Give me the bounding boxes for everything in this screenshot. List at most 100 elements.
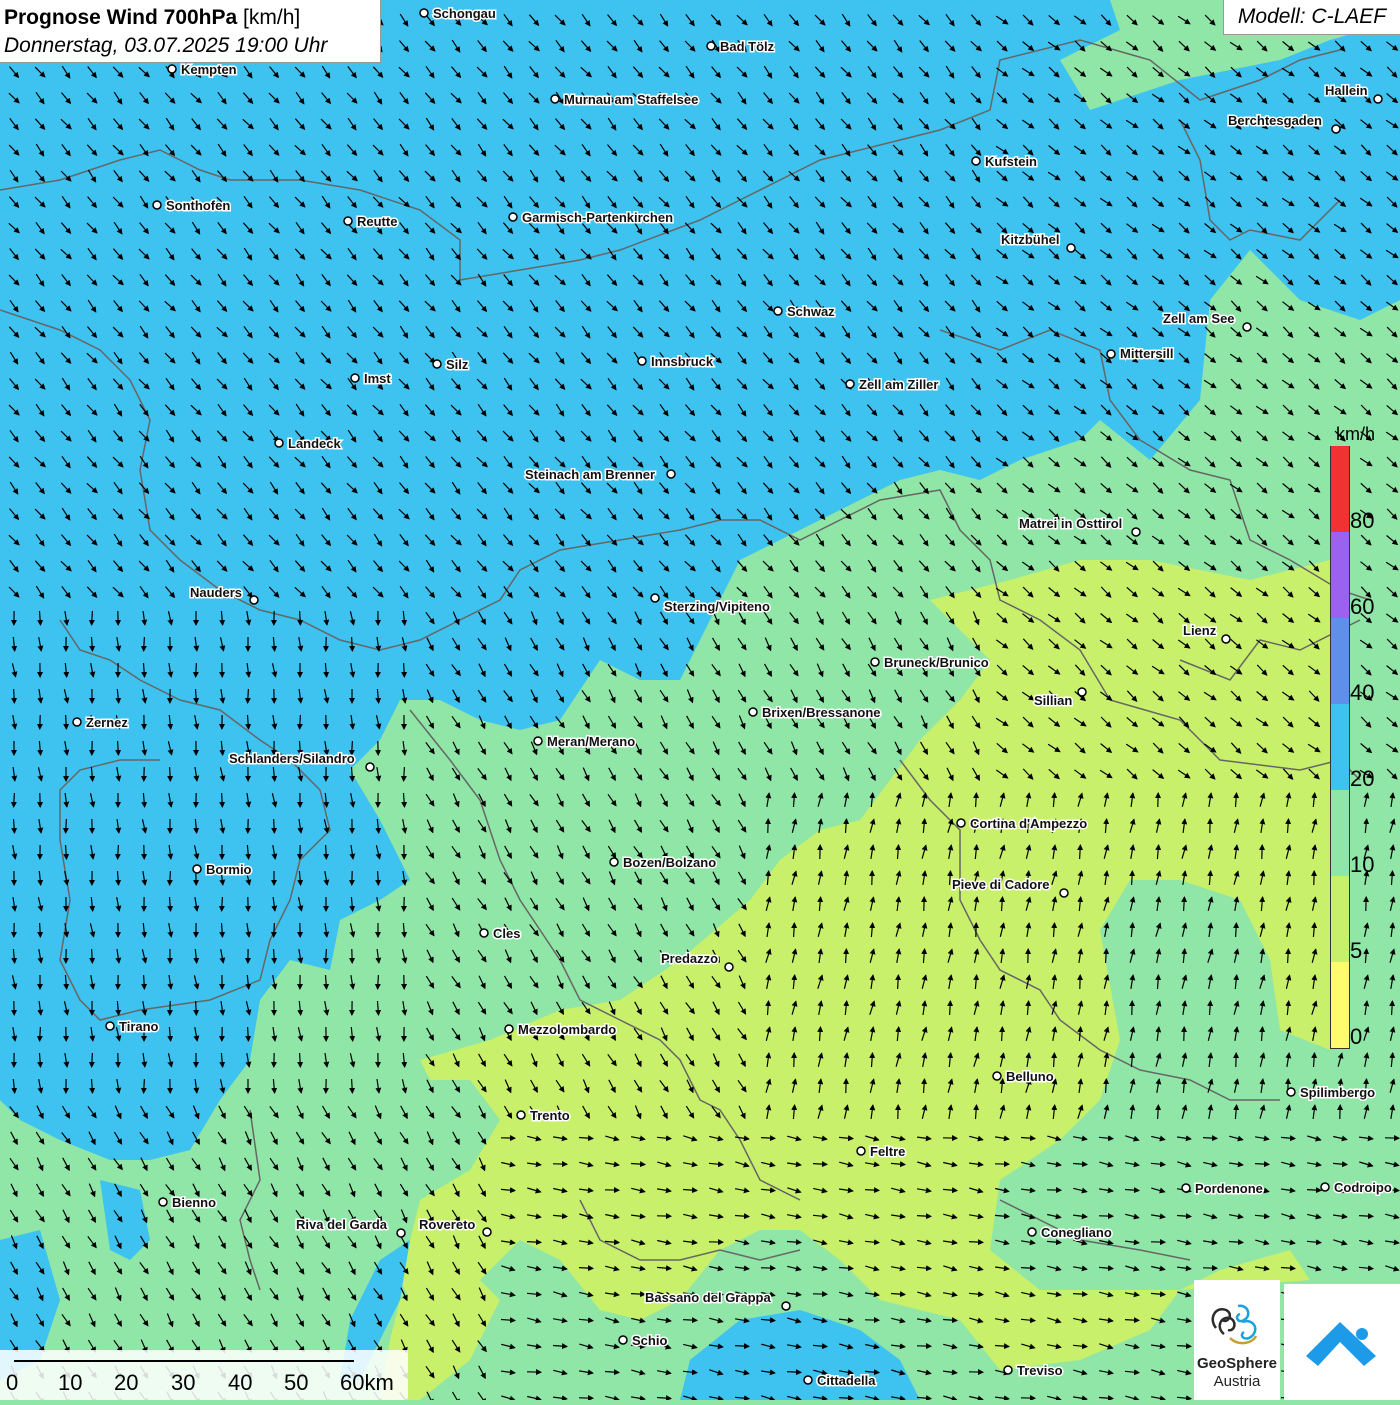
svg-text:Nauders: Nauders [190,585,242,600]
logo-text-line2: Austria [1214,1373,1261,1390]
svg-text:Zell am See: Zell am See [1163,311,1235,326]
svg-text:Treviso: Treviso [1017,1363,1063,1378]
city-cortina: Cortina d'Ampezzo [957,816,1087,831]
wind-app-button[interactable] [1284,1284,1400,1400]
wind-arrow [813,1164,827,1165]
wind-arrow [144,1079,145,1093]
svg-text:Schwaz: Schwaz [787,304,835,319]
wind-arrow [1106,1079,1107,1093]
logo-text-line1: GeoSphere [1197,1355,1277,1372]
map-title: Prognose Wind 700hPa [km/h] [4,6,300,30]
wind-arrow [222,897,223,911]
title-unit: [km/h] [243,6,300,29]
city-spilimbergo: Spilimbergo [1287,1085,1375,1100]
svg-text:Rovereto: Rovereto [419,1217,475,1232]
svg-text:Steinach am Brenner: Steinach am Brenner [525,467,655,482]
svg-text:Cles: Cles [493,926,520,941]
wind-arrow [839,1398,853,1399]
wind-arrow [92,611,93,625]
wind-arrow [1158,1105,1159,1119]
city-steinach: Steinach am Brenner [525,467,675,482]
svg-text:Bienno: Bienno [172,1195,216,1210]
legend-class-60 [1330,532,1350,618]
wind-arrow [300,1053,301,1067]
wind-arrow [66,819,67,833]
wind-arrow [222,793,223,807]
wind-arrow [683,1320,697,1321]
wind-arrow [118,845,119,859]
legend-class-0 [1330,962,1350,1049]
city-meran: Meran/Merano [534,734,635,749]
svg-text:Bruneck/Brunico: Bruneck/Brunico [884,655,989,670]
wind-arrow [14,689,15,703]
svg-text:Sillian: Sillian [1034,693,1072,708]
svg-text:Zernez: Zernez [86,715,128,730]
wind-arrow [40,1027,41,1041]
svg-text:Codroipo: Codroipo [1334,1180,1392,1195]
wind-arrow [92,949,93,963]
svg-text:Innsbruck: Innsbruck [651,354,714,369]
legend-label-10: 10 [1350,852,1374,878]
wind-arrow [846,949,847,963]
svg-text:Trento: Trento [530,1108,570,1123]
wind-arrow [950,1001,951,1015]
wind-arrow [326,949,327,963]
wind-arrow [196,663,197,677]
svg-text:Predazzo: Predazzo [661,951,718,966]
wind-arrow [527,1242,541,1243]
wind-arrow [579,1268,593,1269]
wind-arrow [40,923,41,937]
svg-text:Conegliano: Conegliano [1041,1225,1112,1240]
scale-label-0: 0 [6,1370,18,1396]
wind-arrow [66,715,67,729]
legend-class-5 [1330,876,1350,962]
wind-arrow [1288,949,1289,963]
wind-arrow [274,819,275,833]
wind-arrow [631,1294,645,1295]
wind-arrow [969,1242,983,1243]
svg-text:Hallein: Hallein [1325,83,1368,98]
scale-label-60km: 60km [340,1370,394,1396]
svg-text:Reutte: Reutte [357,214,397,229]
svg-text:Brixen/Bressanone: Brixen/Bressanone [762,705,881,720]
svg-text:Mezzolombardo: Mezzolombardo [518,1022,616,1037]
wind-arrow [404,663,405,677]
wind-arrow [248,689,249,703]
legend-label-40: 40 [1350,680,1374,706]
wind-map[interactable]: Schongau Bad Tölz Kempten Murnau am Staf… [0,0,1400,1400]
svg-text:Imst: Imst [364,371,391,386]
wind-arrow [248,1027,249,1041]
wind-arrow [274,923,275,937]
geosphere-logo-text: GeoSphereAustria [1194,1355,1280,1391]
wind-arrow [898,975,899,989]
svg-text:Mittersill: Mittersill [1120,346,1173,361]
svg-text:Schlanders/Silandro: Schlanders/Silandro [229,751,355,766]
svg-text:Murnau am Staffelsee: Murnau am Staffelsee [564,92,698,107]
wind-arrow [1203,1138,1217,1139]
wind-arrow [976,793,977,807]
wind-arrow [1054,1053,1055,1067]
wind-arrow [761,1138,775,1139]
scale-label-20: 20 [114,1370,138,1396]
wind-arrow [1021,1268,1035,1269]
legend-label-0: 0 [1350,1024,1362,1050]
title-text: Prognose Wind 700hPa [4,6,237,29]
wind-arrow [917,1216,931,1217]
wind-arrow [326,845,327,859]
wind-arrow [404,767,405,781]
city-bozen: Bozen/Bolzano [610,855,716,870]
svg-text:Pordenone: Pordenone [1195,1181,1263,1196]
wind-arrow [378,871,379,885]
legend-label-20: 20 [1350,766,1374,792]
wind-arrow [170,767,171,781]
wind-arrow [1184,897,1185,911]
svg-text:Silz: Silz [446,357,469,372]
forecast-datetime: Donnerstag, 03.07.2025 19:00 Uhr [4,34,327,58]
legend-unit: km/h [1336,424,1375,445]
svg-text:Landeck: Landeck [288,436,342,451]
wind-arrow [1236,923,1237,937]
wind-arrow [1392,1001,1393,1015]
wind-arrow [735,1346,749,1347]
title-panel: Prognose Wind 700hPa [km/h] Donnerstag, … [0,0,381,63]
city-conegliano: Conegliano [1028,1225,1112,1240]
